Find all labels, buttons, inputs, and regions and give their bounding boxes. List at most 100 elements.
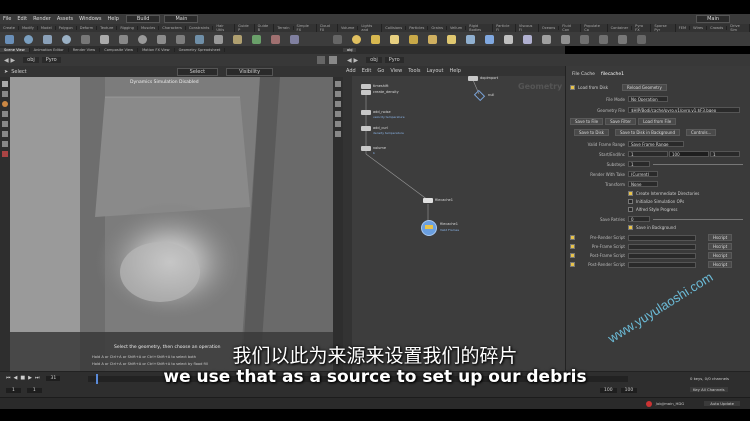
start-frame-field-2[interactable]: 1 bbox=[26, 388, 42, 393]
menu-assets[interactable]: Assets bbox=[54, 16, 76, 22]
load-from-file-button[interactable]: Load from File bbox=[638, 118, 677, 125]
torus-icon[interactable] bbox=[62, 34, 71, 44]
l-system-icon[interactable] bbox=[252, 34, 261, 44]
key-all-channels-button[interactable]: Key All Channels bbox=[690, 387, 728, 392]
area-light-icon[interactable] bbox=[390, 34, 399, 44]
display-options-icon[interactable] bbox=[335, 81, 341, 87]
shelf-tab[interactable]: Container bbox=[608, 26, 633, 30]
shelf-tab[interactable]: Fluid Con bbox=[559, 24, 582, 32]
net-menu-go[interactable]: Go bbox=[374, 68, 387, 74]
select-tool-icon[interactable]: ➤ bbox=[4, 69, 8, 75]
shelf-tab[interactable]: Particle Fl bbox=[493, 24, 516, 32]
shelf-tab[interactable]: Terrain bbox=[274, 26, 294, 30]
auto-update-dropdown[interactable]: Auto Update bbox=[704, 401, 740, 406]
pre-render-lang[interactable]: Hscript bbox=[708, 234, 733, 241]
sphere-icon[interactable] bbox=[24, 34, 33, 44]
inc-field[interactable]: 1 bbox=[710, 151, 740, 157]
shelf-tab[interactable]: Create bbox=[0, 26, 19, 30]
net-menu-edit[interactable]: Edit bbox=[359, 68, 375, 74]
shading-icon[interactable] bbox=[335, 91, 341, 97]
rotate-icon[interactable] bbox=[2, 101, 8, 107]
record-icon[interactable] bbox=[645, 400, 652, 407]
alfred-style-checkbox[interactable] bbox=[628, 207, 633, 212]
shelf-tab[interactable]: Volume bbox=[338, 26, 359, 30]
post-render-field[interactable] bbox=[628, 261, 696, 268]
geometry-light-icon[interactable] bbox=[409, 34, 418, 44]
tab-motion-fx-view[interactable]: Motion FX View bbox=[138, 48, 175, 52]
pre-render-field[interactable] bbox=[628, 234, 696, 241]
net-menu-add[interactable]: Add bbox=[343, 68, 359, 74]
back-arrow-icon[interactable]: ◀ ▶ bbox=[347, 57, 358, 64]
view-icon[interactable] bbox=[2, 141, 8, 147]
path-obj[interactable]: obj bbox=[23, 57, 39, 63]
shelf-tab[interactable]: Guide P bbox=[235, 24, 255, 32]
start-frame-field[interactable]: 1 bbox=[6, 388, 21, 393]
view-selector[interactable]: Main bbox=[164, 15, 199, 23]
scene-viewport[interactable]: Dynamics Simulation Disabled Select the … bbox=[10, 77, 333, 371]
menu-render[interactable]: Render bbox=[30, 16, 54, 22]
shelf-tab[interactable]: FEM bbox=[676, 26, 691, 30]
tube-icon[interactable] bbox=[43, 34, 52, 44]
camera-icon[interactable] bbox=[333, 34, 342, 44]
save-retries-field[interactable]: 0 bbox=[628, 216, 650, 222]
end-frame-field-2[interactable]: 100 bbox=[620, 388, 638, 393]
shelf-tab[interactable]: Viscous Fl bbox=[516, 24, 539, 32]
tab-scene-view[interactable]: Scene View bbox=[0, 48, 30, 52]
node-name-field[interactable]: filecache1 bbox=[601, 72, 624, 77]
shelf-tab[interactable]: Characters bbox=[159, 26, 186, 30]
tab-geometry-spreadsheet[interactable]: Geometry Spreadsheet bbox=[175, 48, 226, 52]
shelf-tab[interactable]: Populate Co bbox=[581, 24, 608, 32]
render-with-take-dropdown[interactable]: (Current) bbox=[628, 171, 658, 177]
metaball-icon[interactable] bbox=[271, 34, 280, 44]
font-icon[interactable] bbox=[214, 34, 223, 44]
transform-icon[interactable] bbox=[2, 91, 8, 97]
tab-animation-editor[interactable]: Animation Editor bbox=[30, 48, 69, 52]
post-render-lang[interactable]: Hscript bbox=[708, 261, 733, 268]
grid-icon[interactable] bbox=[81, 34, 90, 44]
save-to-disk-background-button[interactable]: Save to Disk in Background bbox=[614, 129, 680, 136]
shelf-tab[interactable]: Simple FX bbox=[294, 24, 317, 32]
post-render-checkbox[interactable] bbox=[570, 262, 575, 267]
post-frame-checkbox[interactable] bbox=[570, 253, 575, 258]
node-filecache1-upper[interactable] bbox=[423, 198, 433, 203]
shelf-tab[interactable]: Drive Sim bbox=[727, 24, 750, 32]
end-field[interactable]: 100 bbox=[669, 151, 709, 157]
select-icon[interactable] bbox=[2, 81, 8, 87]
shelf-tab[interactable]: Model bbox=[38, 26, 56, 30]
shelf-tab[interactable]: Collisions bbox=[382, 26, 407, 30]
shelf-tab[interactable]: Modify bbox=[19, 26, 38, 30]
point-light-icon[interactable] bbox=[352, 34, 361, 44]
shelf-tab[interactable]: Hair Utils bbox=[213, 24, 236, 32]
node-add-curl[interactable] bbox=[361, 126, 371, 131]
create-intermediate-dirs-checkbox[interactable] bbox=[628, 191, 633, 196]
handle-icon[interactable] bbox=[2, 121, 8, 127]
environment-light-icon[interactable] bbox=[466, 34, 475, 44]
right-desktop-selector[interactable]: Main bbox=[696, 15, 730, 23]
path-icon[interactable] bbox=[176, 34, 185, 44]
shelf-tab[interactable]: Rigging bbox=[117, 26, 138, 30]
node-add-noise[interactable] bbox=[361, 110, 371, 115]
shelf-tab[interactable]: Cloud FX bbox=[317, 24, 339, 32]
wireframe-icon[interactable] bbox=[335, 121, 341, 127]
menu-windows[interactable]: Windows bbox=[76, 16, 104, 22]
caustic-light-icon[interactable] bbox=[523, 34, 532, 44]
net-path-pyro[interactable]: Pyro bbox=[384, 57, 404, 63]
save-in-background-checkbox[interactable] bbox=[628, 225, 633, 230]
pre-frame-checkbox[interactable] bbox=[570, 244, 575, 249]
select-mode-dropdown[interactable]: Select bbox=[176, 67, 219, 76]
controls-button[interactable]: Controls... bbox=[686, 129, 717, 136]
shelf-tab[interactable]: Rigid Bodies bbox=[466, 24, 494, 32]
tab-render-view[interactable]: Render View bbox=[69, 48, 101, 52]
menu-edit[interactable]: Edit bbox=[14, 16, 30, 22]
platonic-icon[interactable] bbox=[233, 34, 242, 44]
portal-light-icon[interactable] bbox=[542, 34, 551, 44]
file-mode-dropdown[interactable]: No Operation bbox=[628, 96, 668, 102]
vr-camera-icon[interactable] bbox=[599, 34, 608, 44]
reload-geometry-button[interactable]: Reload Geometry bbox=[622, 84, 667, 91]
shelf-tab[interactable]: Deform bbox=[77, 26, 98, 30]
ghost-icon[interactable] bbox=[335, 131, 341, 137]
spot-light-icon[interactable] bbox=[371, 34, 380, 44]
visibility-dropdown[interactable]: Visibility bbox=[226, 67, 274, 76]
box-icon[interactable] bbox=[5, 34, 14, 44]
spray-paint-icon[interactable] bbox=[195, 34, 204, 44]
